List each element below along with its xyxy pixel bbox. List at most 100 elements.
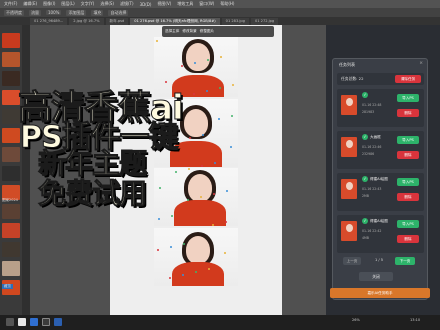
option-control[interactable]: 自动选择 bbox=[108, 9, 129, 16]
option-control[interactable]: 不透明度 bbox=[4, 9, 24, 16]
menu-item[interactable]: 选择(S) bbox=[100, 1, 114, 7]
prev-page-button[interactable]: 上一页 bbox=[343, 257, 361, 265]
confetti-dot bbox=[207, 59, 209, 61]
import-ps-button[interactable]: 导入PS bbox=[397, 136, 419, 144]
confetti-dot bbox=[187, 199, 189, 201]
dialog-title: 任务列表 bbox=[339, 62, 355, 67]
document-tab[interactable]: 01 283.jpg bbox=[221, 17, 249, 25]
library-label: 图案2024 bbox=[2, 198, 18, 202]
refine-image-button[interactable]: 修整图片 bbox=[200, 29, 214, 34]
menu-item[interactable]: 视图(V) bbox=[157, 1, 171, 7]
dress bbox=[174, 200, 226, 226]
confetti-dot bbox=[194, 62, 196, 64]
taskbar bbox=[0, 315, 440, 330]
document-tab[interactable]: 01 276.psd @ 16.7% (明天afc理然网, RGB/8#) bbox=[130, 17, 220, 25]
tool-column bbox=[22, 25, 30, 315]
library-thumbnail[interactable] bbox=[2, 223, 20, 238]
library-thumbnail[interactable] bbox=[2, 166, 20, 181]
close-icon[interactable]: × bbox=[419, 61, 423, 66]
option-control[interactable]: 100% bbox=[46, 10, 62, 15]
task-summary: 任务总数: 22 清除任务 bbox=[337, 73, 424, 85]
delete-button[interactable]: 删除 bbox=[397, 109, 419, 117]
library-thumbnail[interactable] bbox=[2, 52, 20, 67]
delete-button[interactable]: 删除 bbox=[397, 235, 419, 243]
document-tab[interactable]: 2.jpg @ 16.7% bbox=[69, 17, 104, 25]
library-thumbnail[interactable] bbox=[2, 147, 20, 162]
confetti-dot bbox=[182, 274, 184, 276]
select-subject-button[interactable]: 选择主体 bbox=[165, 29, 179, 34]
import-ps-button[interactable]: 导入PS bbox=[397, 94, 419, 102]
menu-item[interactable]: 滤镜(T) bbox=[120, 1, 134, 7]
app-icon[interactable] bbox=[42, 318, 50, 326]
confetti-dot bbox=[230, 146, 232, 148]
confetti-dot bbox=[214, 162, 216, 164]
task-thumbnail bbox=[341, 179, 357, 199]
task-time: 01-16 22:46 bbox=[362, 145, 382, 149]
task-item: ✓ 得建AI绘图 01-16 22:42 4MB 导入PS 删除 bbox=[337, 215, 424, 253]
confetti-dot bbox=[225, 221, 227, 223]
library-thumbnail[interactable] bbox=[2, 33, 20, 48]
import-ps-button[interactable]: 导入PS bbox=[397, 178, 419, 186]
task-time: 01-16 22:42 bbox=[362, 229, 382, 233]
clock: 13:10 bbox=[410, 318, 421, 322]
menu-item[interactable]: 窗口(W) bbox=[199, 1, 214, 7]
library-thumbnail[interactable] bbox=[2, 242, 20, 257]
task-name: 大画框 bbox=[370, 135, 381, 139]
document-tab[interactable]: 01 272.jpg bbox=[250, 17, 279, 25]
task-assistant-bar[interactable]: 嘉乐AI任务助手 bbox=[330, 288, 430, 298]
explorer-icon[interactable] bbox=[30, 318, 38, 326]
overlay-line-4: 免费试用 bbox=[37, 177, 147, 211]
import-ps-button[interactable]: 导入PS bbox=[397, 220, 419, 228]
option-control[interactable]: 添加图层 bbox=[66, 9, 87, 16]
confetti-dot bbox=[157, 249, 159, 251]
menu-item[interactable]: 3D(D) bbox=[140, 2, 152, 7]
confetti-dot bbox=[213, 193, 215, 195]
close-button[interactable]: 关闭 bbox=[359, 272, 393, 281]
confetti-dot bbox=[201, 165, 203, 167]
confetti-dot bbox=[212, 224, 214, 226]
next-page-button[interactable]: 下一页 bbox=[395, 257, 415, 265]
menu-item[interactable]: 图像(I) bbox=[43, 1, 55, 7]
menu-item[interactable]: 编辑(E) bbox=[23, 1, 37, 7]
menu-item[interactable]: 图层(L) bbox=[61, 1, 74, 7]
task-item: ✓ 得建AI绘图 01-16 22:43 2MB 导入PS 删除 bbox=[337, 173, 424, 211]
face bbox=[186, 236, 210, 264]
menu-item[interactable]: 文件(F) bbox=[4, 1, 17, 7]
library-thumbnail[interactable] bbox=[2, 261, 20, 276]
confetti-dot bbox=[208, 268, 210, 270]
option-control[interactable]: 流量 bbox=[29, 9, 41, 16]
document-tab[interactable]: 01 276_96489... bbox=[30, 17, 68, 25]
confetti-dot bbox=[175, 171, 177, 173]
confetti-dot bbox=[193, 93, 195, 95]
start-icon[interactable] bbox=[6, 318, 14, 326]
library-thumbnail[interactable] bbox=[2, 128, 20, 143]
task-thumbnail bbox=[341, 137, 357, 157]
confetti-dot bbox=[188, 168, 190, 170]
task-item: ✓ 01-16 22:48 281983 导入PS 删除 bbox=[337, 89, 424, 127]
browse-button[interactable]: 藏览 bbox=[2, 284, 13, 289]
confetti-dot bbox=[189, 137, 191, 139]
search-icon[interactable] bbox=[18, 318, 26, 326]
task-name: 得建AI绘图 bbox=[370, 219, 388, 223]
photoshop-icon[interactable] bbox=[54, 318, 62, 326]
confetti-dot bbox=[183, 243, 185, 245]
delete-button[interactable]: 删除 bbox=[397, 193, 419, 201]
task-time: 01-16 22:48 bbox=[362, 103, 382, 107]
confetti-dot bbox=[200, 196, 202, 198]
menu-item[interactable]: 增效工具 bbox=[177, 1, 193, 7]
check-icon: ✓ bbox=[362, 218, 368, 224]
menu-item[interactable]: 文字(Y) bbox=[81, 1, 95, 7]
menu-item[interactable]: 帮助(H) bbox=[220, 1, 234, 7]
modify-background-button[interactable]: 修改背景 bbox=[182, 29, 196, 34]
library-thumbnail[interactable] bbox=[2, 204, 20, 219]
option-control[interactable]: 填充 bbox=[91, 9, 104, 16]
task-thumbnail bbox=[341, 95, 357, 115]
photo-4 bbox=[154, 228, 238, 286]
task-list-dialog: 任务列表 × 任务总数: 22 清除任务 ✓ 01-16 22:48 281983 导… bbox=[332, 58, 428, 300]
document-tab[interactable]: 新年.psd bbox=[105, 17, 129, 25]
clear-tasks-button[interactable]: 清除任务 bbox=[395, 75, 421, 83]
canvas-action-bar: 选择主体 修改背景 修整图片 bbox=[162, 26, 274, 37]
confetti-dot bbox=[219, 87, 221, 89]
confetti-dot bbox=[169, 277, 171, 279]
delete-button[interactable]: 删除 bbox=[397, 151, 419, 159]
